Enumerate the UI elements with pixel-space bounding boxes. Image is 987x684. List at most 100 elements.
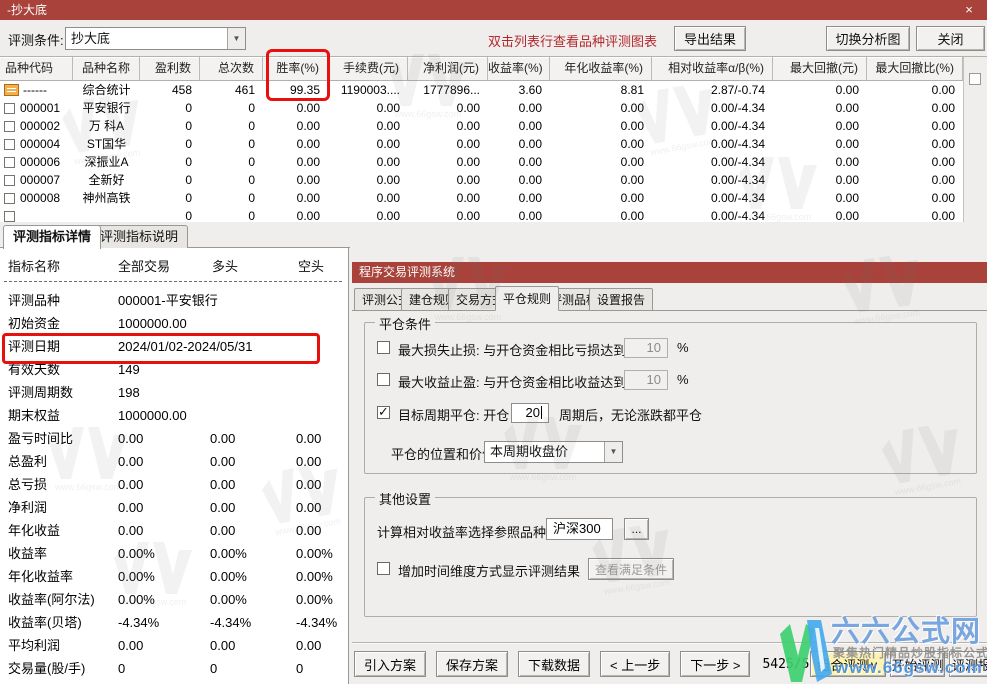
row-checkbox-icon[interactable]	[4, 175, 15, 186]
detail-panel: 指标名称 全部交易 多头 空头 评测品种000001-平安银行初始资金10000…	[0, 248, 349, 684]
detail-cell: 0.00	[210, 496, 235, 519]
detail-cell: 0.00%	[296, 588, 333, 611]
tab-indicator-detail[interactable]: 评测指标详情	[3, 225, 101, 249]
column-header[interactable]: 收益率(%)	[488, 57, 550, 81]
footer-button[interactable]: 保存方案	[436, 651, 508, 677]
table-cell: 0.00	[328, 153, 408, 171]
close-position-select[interactable]: 本周期收盘价 ▼	[484, 441, 623, 463]
table-row[interactable]: 000006深振业A000.000.000.000.000.000.00/-4.…	[0, 153, 963, 171]
table-cell: 0.00	[328, 189, 408, 207]
table-cell: 0.00	[488, 153, 550, 171]
start-evaluate-button[interactable]: 开始评测	[890, 651, 945, 677]
time-dimension-checkbox[interactable]	[377, 562, 390, 575]
tab-6[interactable]: 设置报告	[589, 288, 653, 311]
table-cell: 0	[200, 171, 263, 189]
column-header[interactable]: 最大回撤比(%)	[867, 57, 963, 81]
detail-cell: 0.00	[118, 496, 143, 519]
table-row[interactable]: 000.000.000.000.000.000.00/-4.340.000.00	[0, 207, 963, 222]
scrollbar-thumb[interactable]	[969, 73, 981, 85]
column-header[interactable]: 最大回撤(元)	[773, 57, 867, 81]
table-cell: 0	[140, 171, 200, 189]
column-header[interactable]: 品种名称	[73, 57, 140, 81]
table-cell: 0.00	[550, 117, 652, 135]
table-cell: 0.00	[408, 171, 488, 189]
settings-tabs: 评测公式建仓规则交易方式平仓规则评测品种设置报告	[352, 286, 987, 311]
tab-4[interactable]: 平仓规则	[495, 286, 559, 311]
export-results-button[interactable]: 导出结果	[674, 26, 746, 51]
detail-cell: 149	[118, 358, 140, 381]
row-checkbox-icon[interactable]	[4, 121, 15, 132]
footer-button[interactable]: 引入方案	[354, 651, 426, 677]
take-profit-checkbox[interactable]	[377, 373, 390, 386]
chevron-down-icon[interactable]: ▼	[604, 442, 622, 462]
detail-cell: 000001-平安银行	[118, 289, 218, 312]
table-cell	[0, 207, 73, 222]
view-conditions-button[interactable]: 查看满足条件	[588, 558, 674, 580]
detail-row: 收益率0.00%0.00%0.00%	[0, 542, 349, 565]
row-checkbox-icon[interactable]	[4, 193, 15, 204]
detail-row: 初始资金1000000.00	[0, 312, 349, 335]
column-header[interactable]: 手续费(元)	[328, 57, 408, 81]
column-header[interactable]: 净利润(元)	[408, 57, 488, 81]
stop-loss-input[interactable]: 10	[624, 338, 668, 358]
table-cell: 0	[200, 153, 263, 171]
column-header[interactable]: 年化收益率(%)	[550, 57, 652, 81]
vertical-scrollbar[interactable]	[963, 57, 987, 222]
symbol-code: 000007	[20, 171, 60, 189]
tab-indicator-help[interactable]: 评测指标说明	[90, 225, 188, 248]
table-cell: 0.00	[867, 153, 963, 171]
footer-button[interactable]: < 上一步	[600, 651, 670, 677]
column-header[interactable]: 总次数	[200, 57, 263, 81]
reference-input[interactable]: 沪深300	[546, 518, 613, 540]
table-cell: 0.00	[550, 99, 652, 117]
combo-evaluate-button[interactable]: 组合评测∨	[810, 651, 886, 677]
table-row[interactable]: 000007全新好000.000.000.000.000.000.00/-4.3…	[0, 171, 963, 189]
table-row[interactable]: 000004ST国华000.000.000.000.000.000.00/-4.…	[0, 135, 963, 153]
column-header[interactable]: 盈利数	[140, 57, 200, 81]
detail-cell: 0.00	[118, 519, 143, 542]
table-row[interactable]: ------综合统计45846199.351190003....1777896.…	[0, 81, 963, 99]
table-row[interactable]: 000002万 科A000.000.000.000.000.000.00/-4.…	[0, 117, 963, 135]
detail-cell: 评测日期	[8, 335, 60, 358]
close-icon[interactable]: ×	[961, 0, 977, 20]
detail-row: 年化收益0.000.000.00	[0, 519, 349, 542]
row-checkbox-icon[interactable]	[4, 211, 15, 222]
evaluate-report-button[interactable]: 评测报告	[949, 651, 987, 677]
table-row[interactable]: 000001平安银行000.000.000.000.000.000.00/-4.…	[0, 99, 963, 117]
window-title: -抄大底	[7, 3, 47, 17]
symbol-code: 000002	[20, 117, 60, 135]
detail-cell: 0.00	[118, 427, 143, 450]
detail-cell: 0.00	[296, 634, 321, 657]
table-cell: 0.00	[408, 153, 488, 171]
target-period-input[interactable]: 20	[511, 403, 549, 423]
table-cell: 0.00/-4.34	[652, 99, 773, 117]
row-checkbox-icon[interactable]	[4, 139, 15, 150]
detail-cell: -4.34%	[118, 611, 159, 634]
detail-row: 收益率(贝塔)-4.34%-4.34%-4.34%	[0, 611, 349, 634]
take-profit-input[interactable]: 10	[624, 370, 668, 390]
detail-cell: 0.00	[210, 519, 235, 542]
footer-button[interactable]: 下一步 >	[680, 651, 750, 677]
detail-cell: 评测品种	[8, 289, 60, 312]
switch-chart-button[interactable]: 切换分析图	[826, 26, 910, 51]
condition-select[interactable]: 抄大底 ▼	[65, 27, 246, 50]
row-checkbox-icon[interactable]	[4, 103, 15, 114]
column-header[interactable]: 胜率(%)	[263, 57, 328, 81]
table-cell: 0.00	[328, 135, 408, 153]
browse-button[interactable]: ...	[624, 518, 649, 540]
column-header[interactable]: 品种代码	[0, 57, 73, 81]
target-period-checkbox[interactable]	[377, 406, 390, 419]
detail-row: 总亏损0.000.000.00	[0, 473, 349, 496]
close-button[interactable]: 关闭	[916, 26, 985, 51]
row-checkbox-icon[interactable]	[4, 157, 15, 168]
column-header[interactable]: 相对收益率α/β(%)	[652, 57, 773, 81]
chevron-down-icon[interactable]: ▼	[227, 28, 245, 49]
table-row[interactable]: 000008神州高铁000.000.000.000.000.000.00/-4.…	[0, 189, 963, 207]
target-period-suffix: 周期后，无论涨跌都平仓	[559, 405, 702, 424]
table-cell: 000006	[0, 153, 73, 171]
table-cell: 0.00	[488, 117, 550, 135]
table-cell: 000002	[0, 117, 73, 135]
detail-cell: 0.00%	[210, 565, 247, 588]
footer-button[interactable]: 下载数据	[518, 651, 590, 677]
stop-loss-checkbox[interactable]	[377, 341, 390, 354]
